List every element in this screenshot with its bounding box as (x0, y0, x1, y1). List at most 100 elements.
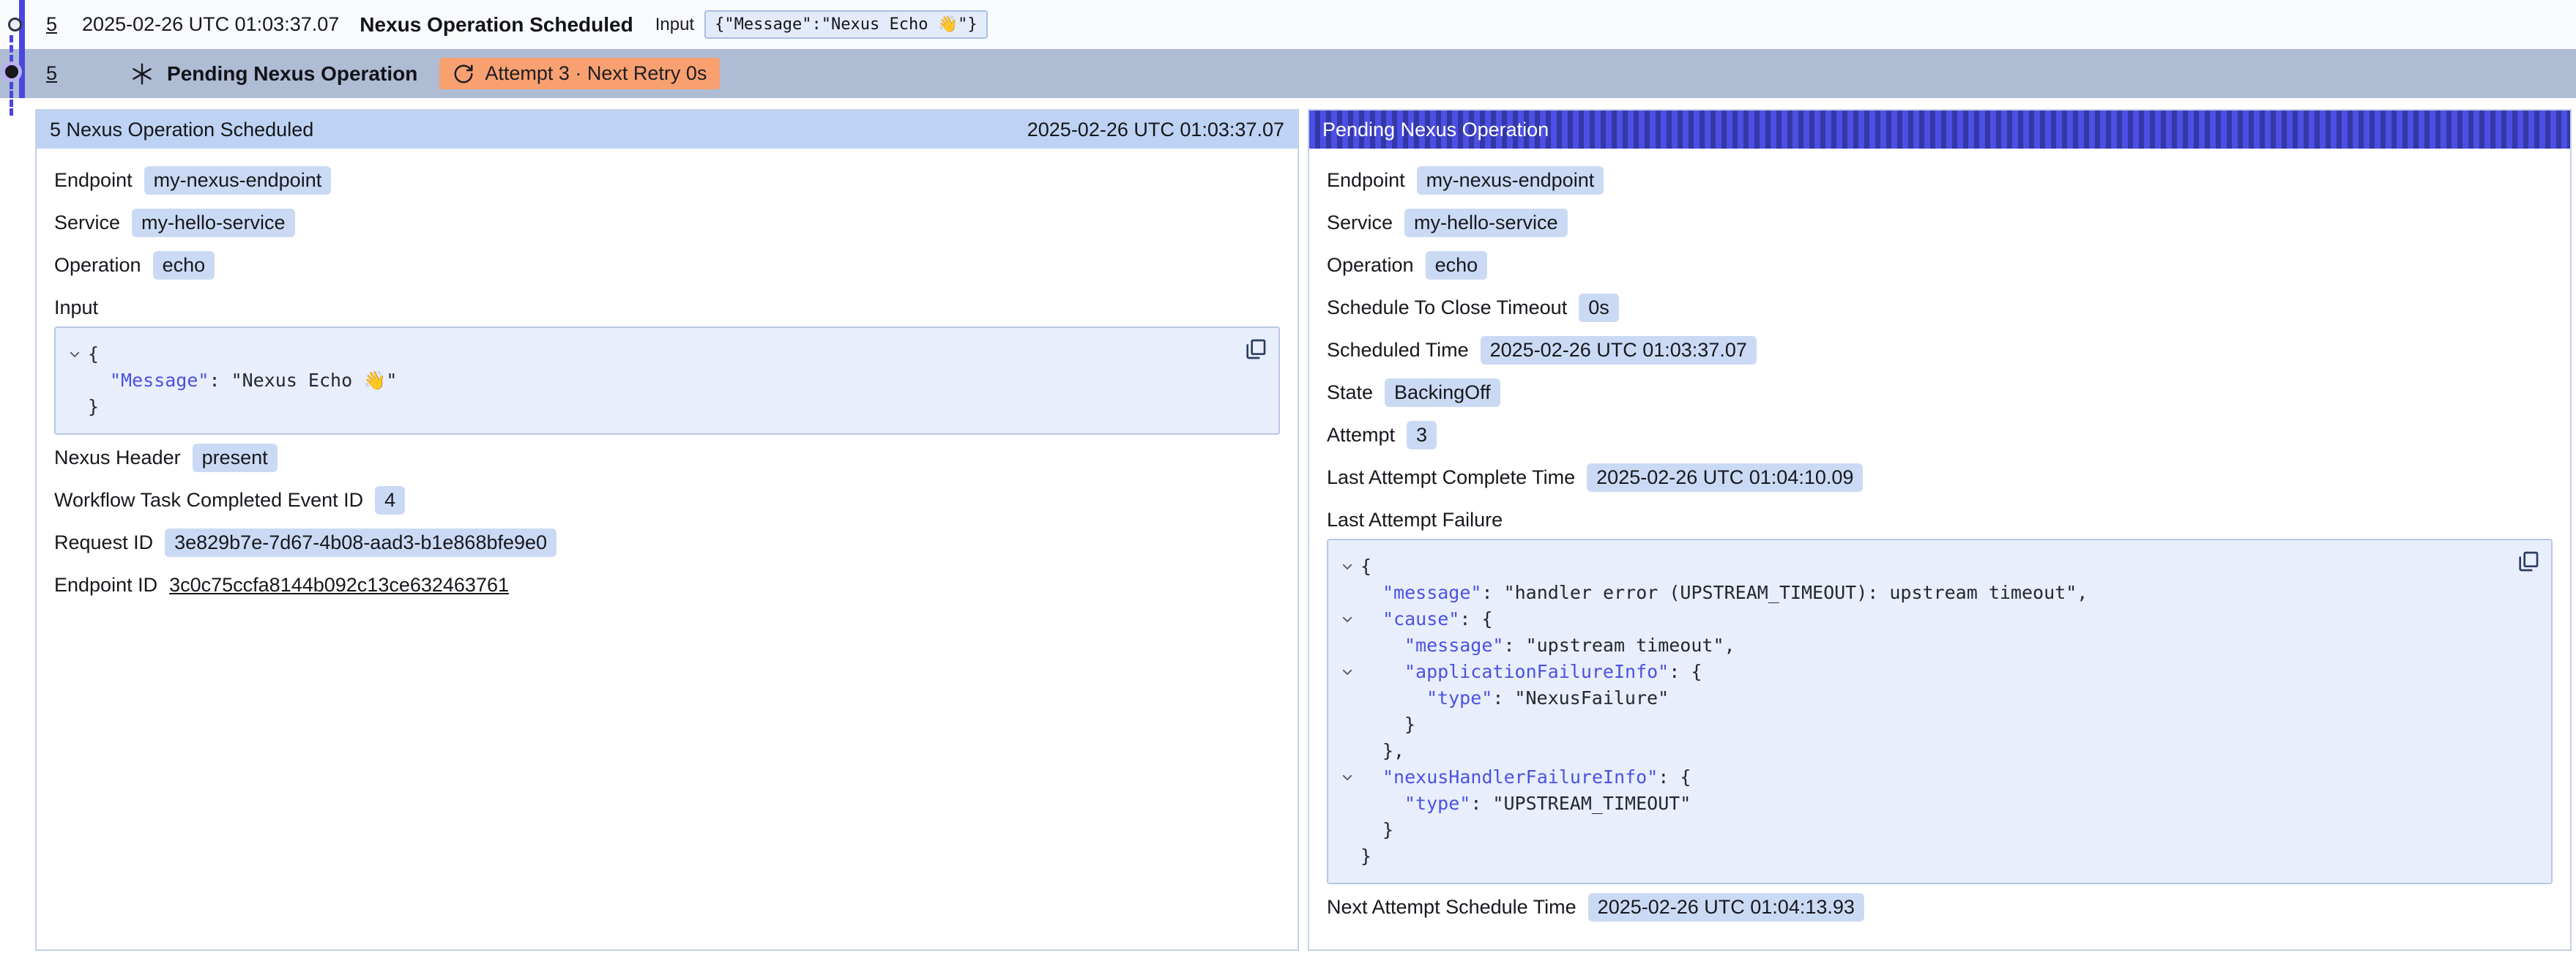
field-row: Endpoint ID 3c0c75ccfa8144b092c13ce63246… (54, 568, 1280, 602)
field-value-badge: 2025-02-26 UTC 01:04:10.09 (1587, 463, 1863, 492)
field-row: Request ID 3e829b7e-7d67-4b08-aad3-b1e86… (54, 526, 1280, 559)
collapse-chevron-icon[interactable] (1334, 553, 1360, 580)
field-row: Service my-hello-service (1327, 206, 2553, 239)
event-id-link[interactable]: 5 (46, 13, 57, 36)
event-dot-filled (5, 65, 18, 78)
code-line: { (62, 341, 1232, 367)
retry-icon (453, 63, 474, 85)
history-row-scheduled[interactable]: 5 2025-02-26 UTC 01:03:37.07 Nexus Opera… (0, 0, 2576, 49)
code-text: { (88, 341, 99, 367)
field-row: Next Attempt Schedule Time 2025-02-26 UT… (1327, 890, 2553, 924)
panel-nexus-operation-scheduled: 5 Nexus Operation Scheduled 2025-02-26 U… (35, 109, 1299, 951)
code-line: "nexusHandlerFailureInfo": { (1334, 764, 2504, 791)
panel-body: Endpoint my-nexus-endpoint Service my-he… (37, 149, 1298, 621)
code-text: } (1360, 817, 1393, 843)
code-gutter (1334, 791, 1360, 817)
copy-icon (2517, 550, 2540, 573)
code-line: }, (1334, 738, 2504, 764)
field-label: Scheduled Time (1327, 339, 1469, 362)
code-line: "type": "UPSTREAM_TIMEOUT" (1334, 791, 2504, 817)
panel-time: 2025-02-26 UTC 01:03:37.07 (1027, 119, 1284, 141)
timeline-dash (10, 35, 13, 62)
code-gutter (1334, 580, 1360, 606)
code-gutter (62, 394, 88, 420)
code-text: } (1360, 843, 1371, 870)
field-row: Endpoint my-nexus-endpoint (1327, 163, 2553, 197)
field-label: Endpoint ID (54, 574, 157, 597)
code-text: "type": "UPSTREAM_TIMEOUT" (1360, 791, 1691, 817)
field-value-badge: BackingOff (1385, 378, 1500, 407)
failure-block-label: Last Attempt Failure (1327, 509, 2553, 531)
history-row-pending-selected[interactable]: 5 Pending Nexus Operation Attempt 3 · Ne… (0, 49, 2576, 98)
field-value-badge: 0s (1579, 294, 1619, 322)
field-label: Next Attempt Schedule Time (1327, 896, 1577, 919)
panel-title: Pending Nexus Operation (1322, 119, 1549, 141)
event-time: 2025-02-26 UTC 01:03:37.07 (82, 13, 339, 36)
field-row: Schedule To Close Timeout 0s (1327, 291, 2553, 324)
retry-badge: Attempt 3 · Next Retry 0s (439, 58, 720, 89)
event-title: Nexus Operation Scheduled (360, 13, 633, 37)
code-text: "cause": { (1360, 606, 1493, 632)
code-line: "type": "NexusFailure" (1334, 685, 2504, 712)
pending-asterisk-icon (130, 62, 154, 86)
code-text: "applicationFailureInfo": { (1360, 659, 1702, 685)
code-gutter (1334, 843, 1360, 870)
field-value-badge: my-nexus-endpoint (144, 166, 332, 195)
timeline-active-bar (19, 0, 25, 98)
code-text: } (1360, 712, 1415, 738)
event-dot-open (8, 18, 22, 31)
field-value-badge: 3e829b7e-7d67-4b08-aad3-b1e868bfe9e0 (165, 529, 556, 557)
field-label: State (1327, 381, 1373, 404)
code-line: } (1334, 817, 2504, 843)
code-line: } (62, 394, 1232, 420)
field-value-badge: echo (1426, 251, 1488, 280)
copy-button[interactable] (1243, 337, 1268, 362)
code-gutter (1334, 685, 1360, 712)
field-value-badge: my-hello-service (1404, 209, 1568, 237)
collapse-chevron-icon[interactable] (1334, 606, 1360, 632)
field-value-badge: my-hello-service (132, 209, 295, 237)
code-line: } (1334, 843, 2504, 870)
field-label: Service (1327, 212, 1393, 234)
input-chip[interactable]: {"Message":"Nexus Echo 👋"} (704, 10, 988, 39)
detail-panels: 5 Nexus Operation Scheduled 2025-02-26 U… (35, 109, 2572, 951)
field-row: Service my-hello-service (54, 206, 1280, 239)
code-text: { (1360, 553, 1371, 580)
panel-header: 5 Nexus Operation Scheduled 2025-02-26 U… (37, 111, 1298, 149)
field-label: Workflow Task Completed Event ID (54, 489, 363, 512)
field-row: Operation echo (1327, 248, 2553, 282)
collapse-chevron-icon[interactable] (62, 341, 88, 367)
panel-title: 5 Nexus Operation Scheduled (50, 119, 313, 141)
field-row: Scheduled Time 2025-02-26 UTC 01:03:37.0… (1327, 333, 2553, 367)
field-value-badge: my-nexus-endpoint (1417, 166, 1604, 195)
code-line: "applicationFailureInfo": { (1334, 659, 2504, 685)
code-line: "Message": "Nexus Echo 👋" (62, 367, 1232, 394)
field-value-badge: 3 (1407, 421, 1437, 449)
event-id-link[interactable]: 5 (46, 62, 57, 85)
collapse-chevron-icon[interactable] (1334, 659, 1360, 685)
field-label: Schedule To Close Timeout (1327, 296, 1567, 319)
input-code-block: {"Message": "Nexus Echo 👋"} (54, 326, 1280, 435)
field-row: Last Attempt Complete Time 2025-02-26 UT… (1327, 460, 2553, 494)
code-gutter (1334, 817, 1360, 843)
field-row: Operation echo (54, 248, 1280, 282)
copy-button[interactable] (2516, 549, 2541, 574)
field-label: Attempt (1327, 424, 1395, 447)
code-text: "type": "NexusFailure" (1360, 685, 1669, 712)
timeline-dash (10, 82, 13, 116)
input-block-label: Input (54, 296, 1280, 319)
collapse-chevron-icon[interactable] (1334, 764, 1360, 791)
code-text: }, (1360, 738, 1404, 764)
code-gutter (1334, 712, 1360, 738)
code-gutter (1334, 632, 1360, 659)
code-gutter (1334, 738, 1360, 764)
field-label: Operation (1327, 254, 1414, 277)
event-history: 5 2025-02-26 UTC 01:03:37.07 Nexus Opera… (0, 0, 2576, 98)
code-gutter (62, 367, 88, 394)
field-value-badge: 2025-02-26 UTC 01:04:13.93 (1588, 893, 1864, 922)
field-label: Service (54, 212, 120, 234)
code-text: "message": "upstream timeout", (1360, 632, 1735, 659)
endpoint-id-link[interactable]: 3c0c75ccfa8144b092c13ce632463761 (169, 574, 509, 597)
field-value-badge: 4 (375, 486, 405, 515)
field-row: State BackingOff (1327, 376, 2553, 409)
